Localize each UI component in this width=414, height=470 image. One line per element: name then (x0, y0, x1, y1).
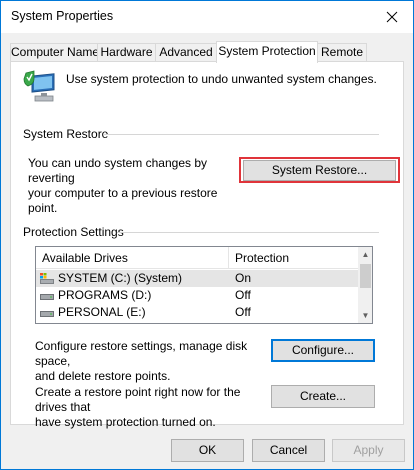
drive-icon (40, 311, 54, 317)
create-description-line1: Create a restore point right now for the… (35, 385, 241, 414)
scroll-down-icon[interactable]: ▼ (358, 308, 372, 323)
drive-protection-status: On (235, 271, 252, 285)
system-restore-description-line1: You can undo system changes by reverting (28, 156, 208, 185)
drive-row-personal[interactable]: PERSONAL (E:) Off (36, 304, 358, 321)
tab-hardware[interactable]: Hardware (97, 43, 156, 62)
column-header-protection[interactable]: Protection (235, 251, 289, 265)
drive-name: SYSTEM (C:) (System) (58, 271, 183, 285)
system-restore-description: You can undo system changes by reverting… (28, 156, 243, 216)
window-title: System Properties (11, 9, 114, 23)
tab-remote[interactable]: Remote (317, 43, 367, 62)
configure-description-line1: Configure restore settings, manage disk … (35, 339, 248, 368)
tab-system-protection[interactable]: System Protection (216, 41, 318, 63)
intro-text: Use system protection to undo unwanted s… (66, 72, 377, 86)
column-header-available-drives[interactable]: Available Drives (42, 251, 128, 265)
create-description-line2: have system protection turned on. (35, 415, 216, 429)
drive-row-programs[interactable]: PROGRAMS (D:) Off (36, 287, 358, 304)
scroll-up-icon[interactable]: ▲ (358, 247, 372, 262)
create-description: Create a restore point right now for the… (35, 385, 270, 430)
cancel-button[interactable]: Cancel (252, 439, 325, 462)
system-properties-window: System Properties Computer Name Hardware… (0, 0, 414, 470)
create-button[interactable]: Create... (271, 385, 375, 408)
drives-list-header: Available Drives Protection (36, 247, 358, 269)
apply-button[interactable]: Apply (332, 439, 405, 462)
system-restore-description-line2: your computer to a previous restore poin… (28, 186, 218, 215)
ok-button[interactable]: OK (171, 439, 244, 462)
system-restore-group-label: System Restore (23, 127, 109, 141)
drives-list[interactable]: Available Drives Protection SYSTEM (C:) … (35, 246, 373, 324)
protection-settings-group-label: Protection Settings (23, 225, 124, 239)
title-bar[interactable]: System Properties (1, 1, 413, 33)
close-button[interactable] (381, 6, 403, 28)
drive-row-system[interactable]: SYSTEM (C:) (System) On (36, 270, 358, 287)
system-drive-icon (40, 273, 54, 284)
highlight-box (239, 157, 400, 183)
column-separator[interactable] (228, 247, 229, 269)
configure-description-line2: and delete restore points. (35, 369, 171, 383)
close-icon (386, 11, 398, 23)
drive-name: PROGRAMS (D:) (58, 288, 152, 302)
system-restore-divider (103, 134, 379, 135)
configure-description: Configure restore settings, manage disk … (35, 339, 270, 384)
drive-name: PERSONAL (E:) (58, 305, 146, 319)
drive-protection-status: Off (235, 288, 251, 302)
drive-protection-status: Off (235, 305, 251, 319)
computer-shield-icon (23, 69, 59, 105)
drives-list-scrollbar[interactable]: ▲ ▼ (358, 247, 372, 323)
drive-icon (40, 294, 54, 300)
tab-advanced[interactable]: Advanced (155, 43, 217, 62)
scrollbar-thumb[interactable] (360, 264, 371, 288)
configure-button[interactable]: Configure... (271, 339, 375, 362)
protection-settings-divider (117, 232, 379, 233)
tab-computer-name[interactable]: Computer Name (10, 43, 99, 62)
